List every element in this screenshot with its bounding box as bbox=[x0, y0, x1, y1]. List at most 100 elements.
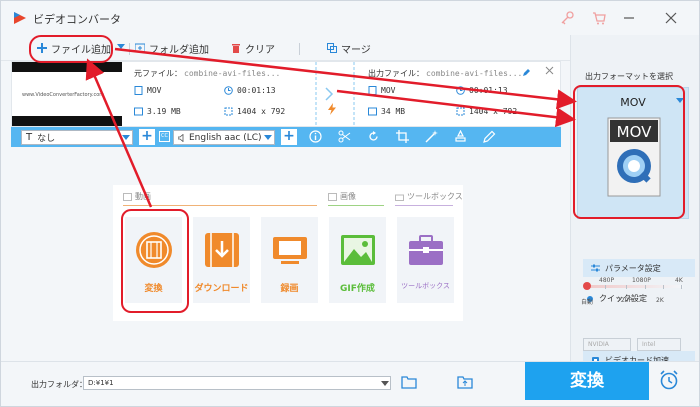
lightning-icon[interactable] bbox=[328, 103, 336, 115]
cart-icon[interactable] bbox=[591, 10, 607, 26]
category-image-label: 画像 bbox=[340, 192, 356, 201]
quality-slider-knob[interactable] bbox=[583, 282, 591, 290]
output-folder-input[interactable]: D:¥1¥1 bbox=[83, 376, 391, 390]
source-duration-value: 00:01:13 bbox=[237, 86, 276, 95]
category-video: 動画 bbox=[123, 191, 151, 202]
add-subtitle-button[interactable]: + bbox=[139, 129, 155, 145]
tile-convert[interactable]: 変換 bbox=[125, 217, 182, 303]
quicktime-mov-icon: MOV bbox=[607, 117, 661, 197]
chevron-down-icon[interactable] bbox=[117, 44, 125, 50]
source-format: MOV bbox=[134, 86, 161, 95]
file-row[interactable]: www.VideoConverterFactory.com 元ファイル： com… bbox=[11, 61, 561, 127]
output-folder-label: 出力フォルダ： bbox=[31, 380, 87, 389]
tile-record[interactable]: 録画 bbox=[261, 217, 318, 303]
output-size: 34 MB bbox=[368, 107, 405, 116]
merge-icon bbox=[327, 43, 337, 53]
toolbox-small-icon bbox=[395, 194, 404, 201]
video-thumbnail[interactable]: www.VideoConverterFactory.com bbox=[12, 62, 122, 126]
rotate-icon[interactable] bbox=[367, 130, 380, 143]
clear-button[interactable]: クリア bbox=[231, 39, 275, 57]
format-name: MOV bbox=[620, 96, 646, 109]
quality-tick bbox=[605, 285, 606, 289]
screen-record-icon bbox=[273, 237, 307, 264]
chevron-down-icon bbox=[264, 135, 272, 140]
output-filename: combine-avi-files... bbox=[426, 69, 523, 78]
quality-720p-label[interactable]: 720P bbox=[617, 297, 632, 304]
category-toolbox-label: ツールボックス bbox=[407, 192, 463, 201]
source-resolution-value: 1404 x 792 bbox=[237, 107, 286, 116]
merge-button[interactable]: マージ bbox=[327, 39, 371, 57]
sliders-icon bbox=[591, 264, 600, 271]
thumbnail-letterbox bbox=[12, 116, 122, 126]
pencil-icon[interactable] bbox=[522, 68, 531, 77]
output-label: 出力ファイル： bbox=[368, 69, 424, 78]
close-button[interactable] bbox=[663, 10, 679, 26]
source-size-value: 3.19 MB bbox=[147, 107, 181, 116]
quality-2k-label[interactable]: 2K bbox=[656, 297, 664, 304]
output-duration: 00:01:13 bbox=[456, 86, 508, 95]
convert-button[interactable]: 変換 bbox=[525, 362, 649, 400]
tile-record-label: 録画 bbox=[280, 284, 299, 294]
app-logo-icon bbox=[14, 12, 26, 24]
chevron-down-icon[interactable] bbox=[381, 381, 389, 386]
quality-1080p-label[interactable]: 1080P bbox=[632, 277, 651, 284]
image-landscape-icon bbox=[341, 235, 375, 265]
tile-gif-maker[interactable]: GIF作成 bbox=[329, 217, 386, 303]
speaker-icon bbox=[178, 133, 184, 142]
add-folder-button[interactable]: フォルダ追加 bbox=[135, 39, 209, 57]
watermark-icon[interactable] bbox=[454, 130, 467, 143]
text-icon: T bbox=[26, 132, 33, 143]
info-icon[interactable] bbox=[309, 130, 322, 143]
source-format-value: MOV bbox=[147, 86, 162, 95]
alarm-clock-icon[interactable] bbox=[658, 369, 680, 391]
output-duration-value: 00:01:13 bbox=[469, 86, 508, 95]
parameter-settings-label: パラメータ設定 bbox=[605, 263, 661, 273]
parameter-settings-button[interactable]: パラメータ設定 bbox=[583, 259, 695, 277]
toolbox-icon bbox=[409, 235, 443, 265]
quality-4k-label[interactable]: 4K bbox=[675, 277, 683, 284]
quality-tick bbox=[626, 285, 627, 289]
add-audio-button[interactable]: + bbox=[281, 129, 297, 145]
conversion-arrow bbox=[315, 62, 355, 126]
toolbar-divider bbox=[129, 43, 130, 55]
output-format-value: MOV bbox=[381, 86, 396, 95]
chevron-down-icon[interactable] bbox=[676, 98, 684, 104]
output-format-card[interactable]: MOV MOV bbox=[577, 87, 689, 219]
quality-tick bbox=[663, 285, 664, 289]
audio-track-select[interactable]: English aac (LC) bbox=[173, 130, 275, 145]
source-size: 3.19 MB bbox=[134, 107, 181, 116]
crop-icon[interactable] bbox=[396, 130, 409, 143]
quality-tick bbox=[681, 285, 682, 289]
download-icon bbox=[205, 233, 239, 267]
output-resolution-value: 1404 x 792 bbox=[469, 107, 518, 116]
thumbnail-letterbox bbox=[12, 62, 122, 72]
quality-auto-label[interactable]: 自動 bbox=[581, 297, 593, 306]
scissors-icon[interactable] bbox=[338, 130, 351, 143]
clock-icon bbox=[456, 86, 465, 95]
chevron-down-icon bbox=[122, 135, 130, 140]
add-file-button[interactable]: ファイル追加 bbox=[37, 39, 111, 57]
intel-label: Intel bbox=[642, 341, 656, 348]
folder-open-icon[interactable] bbox=[401, 375, 417, 389]
select-format-title: 出力フォーマットを選択 bbox=[585, 72, 673, 81]
tile-toolbox[interactable]: ツールボックス bbox=[397, 217, 454, 303]
edit-bar: T なし + CC English aac (LC) + bbox=[11, 127, 561, 147]
tile-download[interactable]: ダウンロード bbox=[193, 217, 250, 303]
open-output-folder-icon[interactable] bbox=[457, 375, 473, 389]
audio-track-value: English aac (LC) bbox=[189, 132, 262, 143]
key-icon[interactable] bbox=[559, 10, 575, 26]
minimize-button[interactable] bbox=[621, 10, 637, 26]
quality-480p-label[interactable]: 480P bbox=[599, 277, 614, 284]
app-window: ビデオコンバータ ファイル追加 フォルダ追加 クリア マージ www.Video… bbox=[0, 0, 700, 407]
subtitle-select[interactable]: T なし bbox=[21, 130, 133, 145]
quality-slider[interactable] bbox=[585, 285, 683, 288]
image-icon bbox=[328, 192, 337, 201]
edit-pen-icon[interactable] bbox=[483, 130, 496, 143]
subtitle-value: なし bbox=[37, 134, 56, 144]
intel-toggle[interactable]: Intel bbox=[637, 338, 681, 351]
nvidia-toggle[interactable]: NVIDIA bbox=[583, 338, 631, 351]
close-icon[interactable] bbox=[545, 66, 554, 75]
clock-icon bbox=[224, 86, 233, 95]
cc-icon[interactable]: CC bbox=[159, 131, 170, 142]
effects-wand-icon[interactable] bbox=[425, 130, 438, 143]
